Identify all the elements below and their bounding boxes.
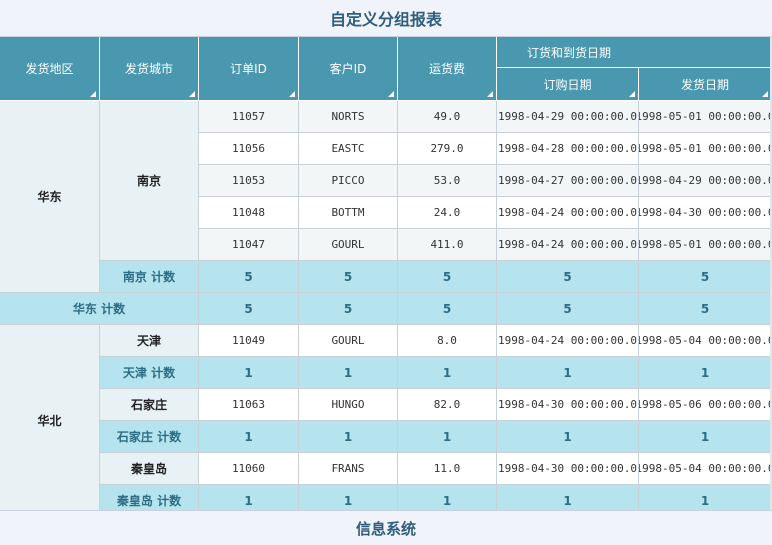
cell-ship-date: 1998-05-04 00:00:00.0 (639, 453, 772, 485)
header-customer-id[interactable]: 客户ID (299, 37, 398, 101)
cell-ship-date: 1998-05-04 00:00:00.0 (639, 325, 772, 357)
cell-ship-date: 1998-05-01 00:00:00.0 (639, 133, 772, 165)
cell-order-date: 1998-04-30 00:00:00.0 (497, 453, 639, 485)
header-city[interactable]: 发货城市 (100, 37, 199, 101)
city-group: 南京 (100, 101, 199, 261)
cell-ship-date: 1998-05-01 00:00:00.0 (639, 229, 772, 261)
cell-customer-id: BOTTM (299, 197, 398, 229)
subtotal-count: 1 (639, 421, 772, 453)
cell-customer-id: HUNGO (299, 389, 398, 421)
cell-order-id: 11060 (199, 453, 299, 485)
cell-ship-date: 1998-05-01 00:00:00.0 (639, 101, 772, 133)
subtotal-count: 1 (299, 421, 398, 453)
subtotal-count: 1 (398, 357, 497, 389)
cell-customer-id: EASTC (299, 133, 398, 165)
cell-freight: 82.0 (398, 389, 497, 421)
subtotal-count: 5 (398, 293, 497, 325)
cell-freight: 8.0 (398, 325, 497, 357)
cell-customer-id: GOURL (299, 325, 398, 357)
sort-corner-icon[interactable] (629, 91, 635, 97)
cell-ship-date: 1998-04-30 00:00:00.0 (639, 197, 772, 229)
subtotal-count: 5 (639, 261, 772, 293)
header-ship-date[interactable]: 发货日期 (639, 68, 772, 101)
city-group: 秦皇岛 (100, 453, 199, 485)
header-order-date[interactable]: 订购日期 (497, 68, 639, 101)
city-subtotal-label: 南京 计数 (100, 261, 199, 293)
city-group: 石家庄 (100, 389, 199, 421)
header-freight[interactable]: 运货费 (398, 37, 497, 101)
subtotal-count: 1 (497, 357, 639, 389)
subtotal-count: 5 (199, 261, 299, 293)
cell-order-id: 11056 (199, 133, 299, 165)
header-date-group: 订货和到货日期 (497, 37, 772, 68)
subtotal-count: 5 (398, 261, 497, 293)
city-subtotal-label: 天津 计数 (100, 357, 199, 389)
header-order-id[interactable]: 订单ID (199, 37, 299, 101)
cell-customer-id: FRANS (299, 453, 398, 485)
cell-order-id: 11048 (199, 197, 299, 229)
cell-ship-date: 1998-04-29 00:00:00.0 (639, 165, 772, 197)
city-group: 天津 (100, 325, 199, 357)
cell-freight: 49.0 (398, 101, 497, 133)
sort-corner-icon[interactable] (90, 91, 96, 97)
subtotal-count: 1 (199, 357, 299, 389)
cell-order-date: 1998-04-24 00:00:00.0 (497, 197, 639, 229)
cell-freight: 279.0 (398, 133, 497, 165)
cell-order-id: 11057 (199, 101, 299, 133)
report-title: 自定义分组报表 (0, 0, 772, 37)
cell-freight: 53.0 (398, 165, 497, 197)
cell-freight: 11.0 (398, 453, 497, 485)
subtotal-count: 1 (299, 357, 398, 389)
report-grid: 发货地区 发货城市 订单ID 客户ID 运货费 订货和到货日期 订购日期 发货日期 华东 南京 11… (0, 37, 772, 517)
subtotal-count: 5 (299, 293, 398, 325)
cell-order-date: 1998-04-30 00:00:00.0 (497, 389, 639, 421)
subtotal-count: 5 (497, 293, 639, 325)
cell-order-date: 1998-04-29 00:00:00.0 (497, 101, 639, 133)
subtotal-count: 1 (497, 421, 639, 453)
cell-order-id: 11049 (199, 325, 299, 357)
cell-freight: 411.0 (398, 229, 497, 261)
cell-order-id: 11063 (199, 389, 299, 421)
subtotal-count: 1 (199, 421, 299, 453)
region-group: 华东 (0, 101, 100, 293)
cell-customer-id: NORTS (299, 101, 398, 133)
region-group: 华北 (0, 325, 100, 517)
cell-ship-date: 1998-05-06 00:00:00.0 (639, 389, 772, 421)
sort-corner-icon[interactable] (189, 91, 195, 97)
report-footer: 信息系统 (0, 510, 772, 545)
sort-corner-icon[interactable] (762, 91, 768, 97)
cell-order-date: 1998-04-24 00:00:00.0 (497, 229, 639, 261)
region-subtotal-label: 华东 计数 (0, 293, 199, 325)
subtotal-count: 5 (199, 293, 299, 325)
cell-order-id: 11053 (199, 165, 299, 197)
sort-corner-icon[interactable] (487, 91, 493, 97)
cell-customer-id: PICCO (299, 165, 398, 197)
subtotal-count: 5 (299, 261, 398, 293)
cell-freight: 24.0 (398, 197, 497, 229)
cell-order-date: 1998-04-27 00:00:00.0 (497, 165, 639, 197)
city-subtotal-label: 石家庄 计数 (100, 421, 199, 453)
sort-corner-icon[interactable] (289, 91, 295, 97)
cell-customer-id: GOURL (299, 229, 398, 261)
subtotal-count: 5 (639, 293, 772, 325)
cell-order-date: 1998-04-24 00:00:00.0 (497, 325, 639, 357)
header-region[interactable]: 发货地区 (0, 37, 100, 101)
subtotal-count: 1 (639, 357, 772, 389)
subtotal-count: 5 (497, 261, 639, 293)
cell-order-id: 11047 (199, 229, 299, 261)
cell-order-date: 1998-04-28 00:00:00.0 (497, 133, 639, 165)
subtotal-count: 1 (398, 421, 497, 453)
sort-corner-icon[interactable] (388, 91, 394, 97)
